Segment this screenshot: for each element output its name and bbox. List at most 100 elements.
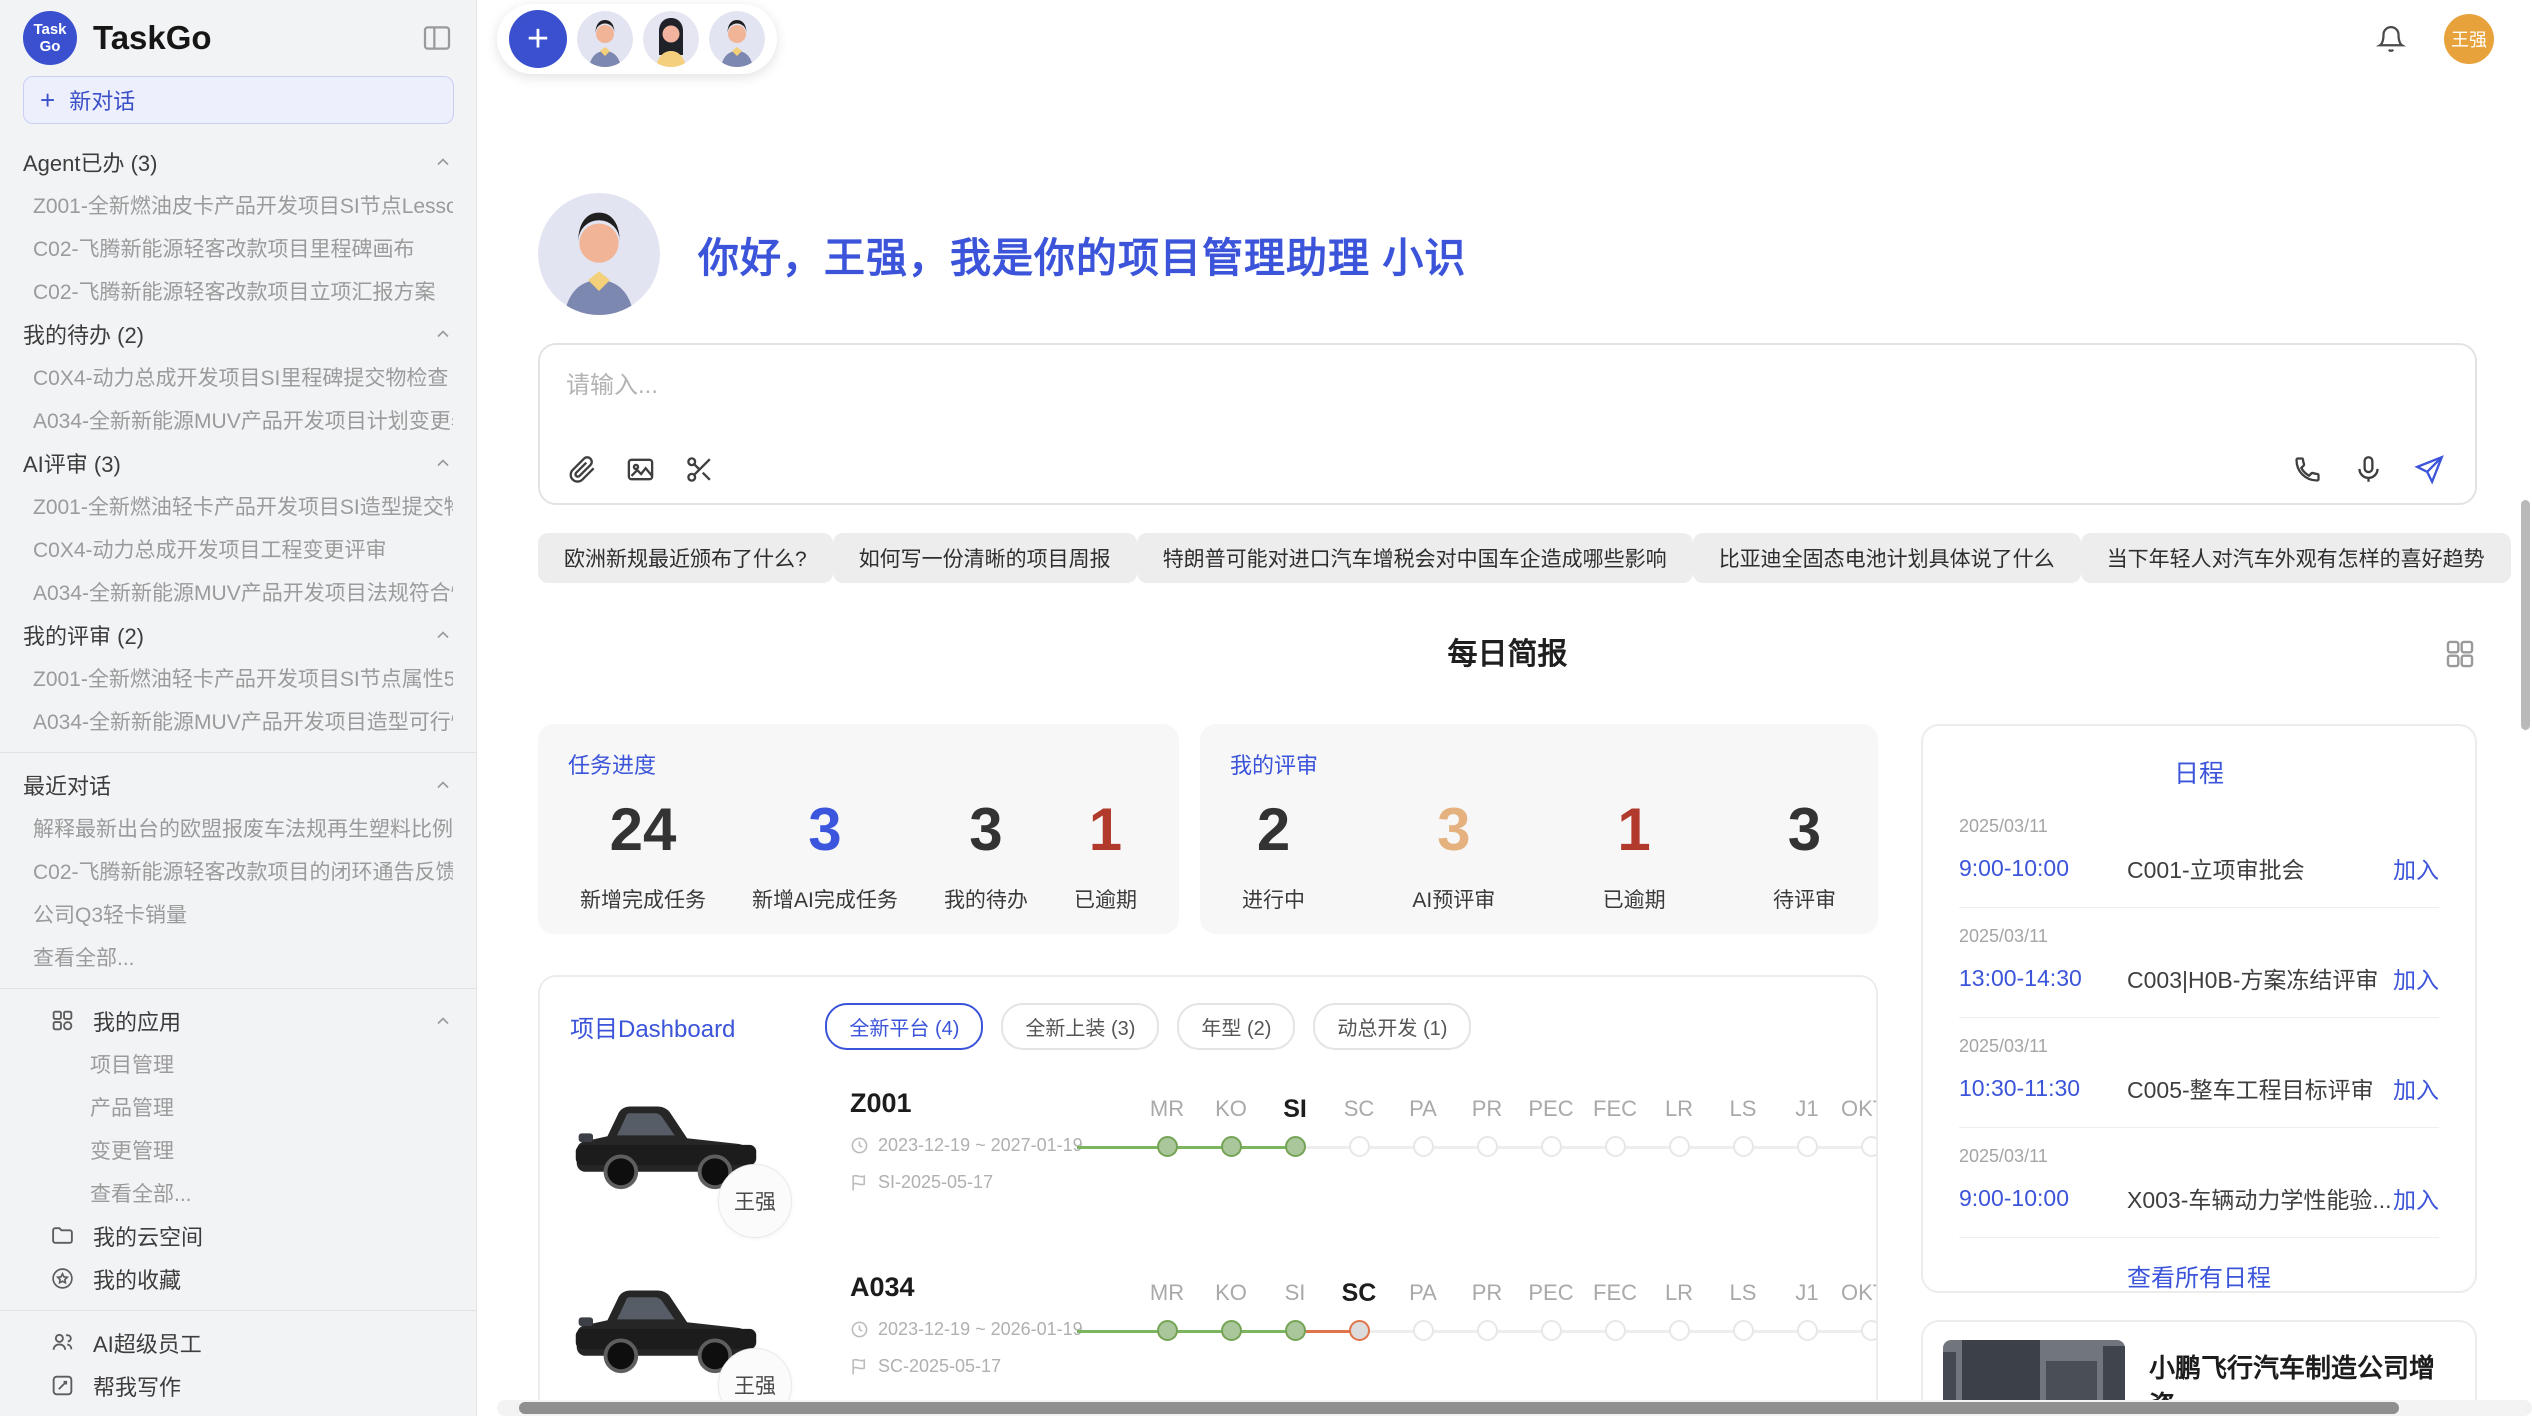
sidebar-item-my-apps[interactable]: 我的应用 [23,999,453,1042]
milestone-oktb: OKTB [1839,1094,1878,1234]
layout-grid-icon[interactable] [2443,637,2477,671]
suggestion-chip[interactable]: 当下年轻人对汽车外观有怎样的喜好趋势 [2081,533,2511,583]
list-item[interactable]: Z001-全新燃油皮卡产品开发项目SI节点Lesson Learn报告 [23,183,453,226]
list-item[interactable]: A034-全新新能源MUV产品开发项目造型可行性评审 [23,699,453,742]
app-item-project-mgmt[interactable]: 项目管理 [23,1042,453,1085]
sidebar-collapse-icon[interactable] [421,22,453,54]
clock-icon [850,1136,869,1155]
agent-avatar-2[interactable] [643,11,699,67]
input-tools-right [2292,454,2445,485]
list-item[interactable]: A034-全新新能源MUV产品开发项目计划变更表编写 [23,398,453,441]
chevron-up-icon [433,453,453,473]
microphone-icon[interactable] [2353,454,2384,485]
sidebar-item-creative-draw[interactable]: 创意制图 [23,1407,453,1416]
join-link[interactable]: 加入 [2393,851,2439,885]
section-header-agent-done[interactable]: Agent已办 (3) [23,140,453,183]
chevron-up-icon [433,1011,453,1031]
view-all-schedule-link[interactable]: 查看所有日程 [1959,1258,2439,1293]
logo-text-top: Task [33,21,66,38]
milestone-dot [1605,1320,1626,1341]
send-icon[interactable] [2414,454,2445,485]
section-header-recent-chats[interactable]: 最近对话 [23,763,453,806]
milestone-fec: FEC [1583,1094,1647,1234]
project-dashboard-card: 项目Dashboard 全新平台 (4) 全新上装 (3) 年型 (2) 动总开… [538,975,1878,1416]
project-row[interactable]: 王强 A034 2023-12-19 ~ 2026-01-19 SC-2025-… [570,1268,1846,1416]
milestone-sc: SC [1327,1278,1391,1416]
schedule-item: 2025/03/11 10:30-11:30 C005-整车工程目标评审 加入 [1959,1018,2439,1128]
user-avatar[interactable]: 王强 [2444,14,2494,64]
project-row[interactable]: 王强 Z001 2023-12-19 ~ 2027-01-19 SI-2025-… [570,1084,1846,1234]
schedule-time: 9:00-10:00 [1959,855,2127,882]
milestone-dot [1349,1320,1370,1341]
list-item[interactable]: C02-飞腾新能源轻客改款项目立项汇报方案 [23,269,453,312]
my-favorites-label: 我的收藏 [93,1263,181,1295]
tab-new-upfit[interactable]: 全新上装 (3) [1001,1003,1159,1050]
section-header-my-todo[interactable]: 我的待办 (2) [23,312,453,355]
list-item[interactable]: Z001-全新燃油轻卡产品开发项目SI节点属性5D文件评审 [23,656,453,699]
people-icon [50,1330,75,1355]
chat-input[interactable] [566,365,2449,435]
stat-my-todo: 3 我的待办 [944,798,1028,914]
vertical-scrollbar-thumb[interactable] [2521,500,2530,730]
schedule-meeting-title: X003-车辆动力学性能验... [2127,1181,2393,1215]
chevron-up-icon [433,625,453,645]
recent-view-all[interactable]: 查看全部... [23,935,453,978]
milestone-pr: PR [1455,1278,1519,1416]
project-dates: 2023-12-19 ~ 2026-01-19 [850,1319,1085,1340]
project-image: 王强 [570,1268,770,1416]
list-item[interactable]: C0X4-动力总成开发项目SI里程碑提交物检查 [23,355,453,398]
section-label: 最近对话 [23,769,111,801]
milestone-j1: J1 [1775,1278,1839,1416]
phone-icon[interactable] [2292,454,2323,485]
new-agent-button[interactable]: + [509,10,567,68]
help-write-label: 帮我写作 [93,1370,181,1402]
apps-view-all[interactable]: 查看全部... [23,1171,453,1214]
greeting-text: 你好，王强，我是你的项目管理助理 小识 [698,224,1466,284]
horizontal-scrollbar-thumb[interactable] [519,1402,2399,1414]
section-header-ai-review[interactable]: AI评审 (3) [23,441,453,484]
my-review-card: 我的评审 2 进行中 3 AI预评审 1 [1200,724,1878,934]
milestone-dot [1797,1136,1818,1157]
sidebar-item-help-write[interactable]: 帮我写作 [23,1364,453,1407]
join-link[interactable]: 加入 [2393,1071,2439,1105]
quick-access-pill: + [497,4,777,74]
suggestion-chip[interactable]: 欧洲新规最近颁布了什么? [538,533,833,583]
agent-avatar-3[interactable] [709,11,765,67]
app-item-product-mgmt[interactable]: 产品管理 [23,1085,453,1128]
image-icon[interactable] [625,454,656,485]
sidebar-item-my-favorites[interactable]: 我的收藏 [23,1257,453,1300]
suggestion-chip[interactable]: 特朗普可能对进口汽车增税会对中国车企造成哪些影响 [1137,533,1693,583]
sidebar-item-my-cloud[interactable]: 我的云空间 [23,1214,453,1257]
divider [0,752,476,753]
app-item-change-mgmt[interactable]: 变更管理 [23,1128,453,1171]
milestone-dot [1413,1320,1434,1341]
sidebar-item-ai-super-staff[interactable]: AI超级员工 [23,1321,453,1364]
logo-text-bottom: Go [40,38,61,55]
notification-bell-icon[interactable] [2376,24,2406,54]
owner-badge: 王强 [718,1164,792,1238]
recent-chat-item[interactable]: C02-飞腾新能源轻客改款项目的闭环通告反馈情况 [23,849,453,892]
schedule-time: 10:30-11:30 [1959,1075,2127,1102]
new-chat-button[interactable]: + 新对话 [23,76,454,124]
join-link[interactable]: 加入 [2393,1181,2439,1215]
attachment-icon[interactable] [566,454,597,485]
list-item[interactable]: Z001-全新燃油轻卡产品开发项目SI造型提交物评审 [23,484,453,527]
list-item[interactable]: C02-飞腾新能源轻客改款项目里程碑画布 [23,226,453,269]
tab-powertrain[interactable]: 动总开发 (1) [1313,1003,1471,1050]
join-link[interactable]: 加入 [2393,961,2439,995]
list-item[interactable]: C0X4-动力总成开发项目工程变更评审 [23,527,453,570]
agent-avatar-1[interactable] [577,11,633,67]
list-item[interactable]: A034-全新新能源MUV产品开发项目法规符合性评审 [23,570,453,613]
section-header-my-review[interactable]: 我的评审 (2) [23,613,453,656]
suggestion-chip[interactable]: 如何写一份清晰的项目周报 [833,533,1137,583]
schedule-item: 2025/03/11 13:00-14:30 C003|H0B-方案冻结评审 加… [1959,908,2439,1018]
scissors-icon[interactable] [684,454,715,485]
tab-new-platform[interactable]: 全新平台 (4) [825,1003,983,1050]
schedule-date: 2025/03/11 [1959,816,2439,837]
recent-chat-item[interactable]: 解释最新出台的欧盟报废车法规再生塑料比例被调至15%... [23,806,453,849]
tab-model-year[interactable]: 年型 (2) [1177,1003,1295,1050]
recent-chat-item[interactable]: 公司Q3轻卡销量 [23,892,453,935]
suggestion-chip[interactable]: 比亚迪全固态电池计划具体说了什么 [1693,533,2081,583]
daily-briefing-title: 每日简报 [538,633,2477,677]
dashboard-tabs: 全新平台 (4) 全新上装 (3) 年型 (2) 动总开发 (1) [825,1003,1471,1050]
